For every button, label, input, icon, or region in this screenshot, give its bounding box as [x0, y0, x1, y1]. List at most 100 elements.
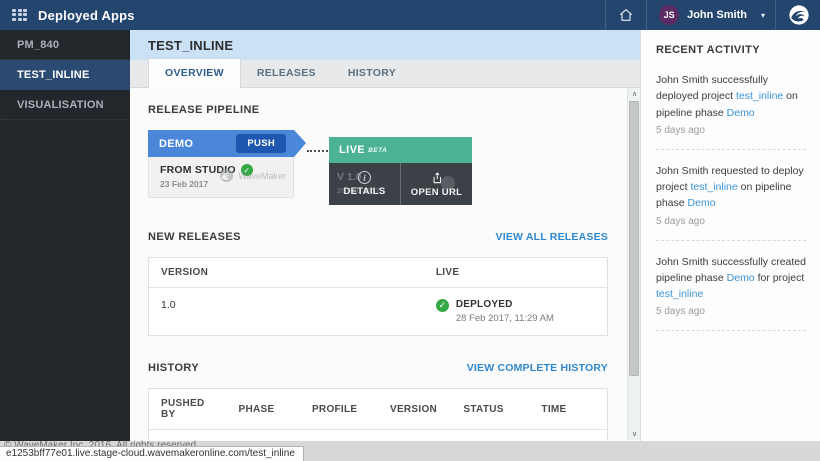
wave-icon	[219, 168, 234, 183]
col-profile: PROFILE	[300, 389, 378, 430]
recent-activity-panel: RECENT ACTIVITY John Smith successfully …	[640, 30, 820, 441]
vertical-scrollbar[interactable]: ∧ ∨	[627, 88, 640, 440]
activity-timestamp: 5 days ago	[656, 306, 806, 317]
activity-text: John Smith successfully created pipeline…	[656, 254, 806, 303]
col-pushed-by: PUSHED BY	[149, 389, 227, 430]
tab-releases[interactable]: RELEASES	[241, 59, 332, 87]
col-version: VERSION	[378, 389, 451, 430]
demo-phase-label: DEMO	[159, 138, 193, 150]
new-releases-title: NEW RELEASES	[148, 231, 241, 243]
open-url-button[interactable]: OPEN URL	[400, 163, 472, 205]
activity-text: John Smith successfully deployed project…	[656, 72, 806, 121]
live-card-body: V 1.0 28 Feb 2017 i DETAILS	[329, 163, 472, 205]
table-row: John Smith Live Live 1.0 Deployed 28 Feb…	[149, 430, 608, 441]
history-table: PUSHED BY PHASE PROFILE VERSION STATUS T…	[148, 388, 608, 440]
deployed-time: 28 Feb 2017, 11:29 AM	[456, 313, 554, 324]
apps-grid-icon[interactable]	[12, 9, 26, 22]
tab-strip: OVERVIEW RELEASES HISTORY	[130, 60, 640, 88]
sidebar-item-pm-840[interactable]: PM_840	[0, 30, 130, 60]
project-link[interactable]: test_inline	[736, 90, 783, 102]
sidebar-item-visualisation[interactable]: VISUALISATION	[0, 90, 130, 120]
release-pipeline-title: RELEASE PIPELINE	[148, 104, 260, 116]
footer-strip: © WaveMaker Inc. 2016. All rights reserv…	[0, 441, 820, 461]
release-version-cell: 1.0	[149, 288, 424, 336]
release-pipeline-header: RELEASE PIPELINE	[148, 104, 608, 116]
list-item: John Smith requested to deploy project t…	[656, 163, 806, 227]
live-card-header: LIVE BETA	[329, 137, 472, 163]
col-live: LIVE	[424, 258, 608, 288]
open-url-label: OPEN URL	[411, 187, 463, 198]
project-link[interactable]: test_inline	[690, 181, 737, 193]
history-phase: Live	[227, 430, 300, 441]
details-label: DETAILS	[343, 186, 385, 197]
divider	[656, 330, 806, 331]
home-button[interactable]	[605, 0, 646, 30]
tab-overview[interactable]: OVERVIEW	[148, 58, 241, 88]
list-item: John Smith successfully created pipeline…	[656, 254, 806, 318]
overview-content: RELEASE PIPELINE DEMO PUSH FROM STUDIO ✓	[130, 88, 640, 440]
app-window: Deployed Apps JS John Smith ▾	[0, 0, 820, 461]
page-title: TEST_INLINE	[148, 38, 233, 53]
table-row: 1.0 ✓ DEPLOYED 28 Feb 2017, 11:29 AM	[149, 288, 608, 336]
tab-history[interactable]: HISTORY	[332, 59, 412, 87]
brand-logo	[775, 0, 820, 30]
top-navbar: Deployed Apps JS John Smith ▾	[0, 0, 820, 30]
sidebar: PM_840 TEST_INLINE VISUALISATION	[0, 30, 130, 441]
live-phase-label: LIVE	[339, 144, 365, 156]
main-column: TEST_INLINE OVERVIEW RELEASES HISTORY RE…	[130, 30, 640, 441]
wavemaker-watermark-text: WaveMaker	[238, 171, 286, 181]
phase-link[interactable]: Demo	[727, 107, 755, 119]
activity-timestamp: 5 days ago	[656, 125, 806, 136]
details-button[interactable]: i DETAILS	[329, 163, 400, 205]
open-url-icon	[430, 171, 444, 185]
chevron-down-icon: ▾	[761, 11, 765, 20]
divider	[656, 149, 806, 150]
project-link[interactable]: test_inline	[656, 288, 703, 300]
history-time: 28 Feb 2017,	[529, 430, 607, 441]
user-name: John Smith	[687, 9, 747, 21]
phase-link[interactable]: Demo	[727, 272, 755, 284]
list-item: John Smith successfully deployed project…	[656, 72, 806, 136]
home-icon	[618, 7, 634, 23]
demo-phase-card: DEMO PUSH FROM STUDIO ✓ 23 Feb 2017	[148, 130, 294, 198]
sidebar-item-test-inline[interactable]: TEST_INLINE	[0, 60, 130, 90]
recent-activity-title: RECENT ACTIVITY	[656, 44, 806, 56]
deployed-status: DEPLOYED	[456, 299, 554, 310]
user-menu[interactable]: JS John Smith ▾	[646, 0, 775, 30]
phase-link[interactable]: Demo	[688, 197, 716, 209]
new-releases-table: VERSION LIVE 1.0 ✓ DEPLOYED 28 Feb 2017	[148, 257, 608, 336]
topbar-right: JS John Smith ▾	[605, 0, 820, 30]
scroll-down-arrow[interactable]: ∨	[628, 428, 640, 440]
history-pushed-by: John Smith	[149, 430, 227, 441]
history-title: HISTORY	[148, 362, 199, 374]
wavemaker-logo-icon	[788, 4, 810, 26]
activity-text-part: for project	[755, 272, 805, 284]
beta-badge: BETA	[368, 147, 387, 154]
demo-card-header: DEMO PUSH	[148, 130, 294, 157]
new-releases-header: NEW RELEASES VIEW ALL RELEASES	[148, 231, 608, 243]
activity-text: John Smith requested to deploy project t…	[656, 163, 806, 212]
live-phase-card: LIVE BETA V 1.0 28 Feb 2017 i DETAILS	[329, 137, 472, 205]
divider	[656, 240, 806, 241]
col-time: TIME	[529, 389, 607, 430]
pipeline-dotted-connector	[307, 150, 328, 152]
history-status: Deployed	[451, 430, 529, 441]
browser-status-url: e1253bff77e01.live.stage-cloud.wavemaker…	[0, 446, 304, 461]
scrollbar-thumb[interactable]	[629, 101, 639, 376]
app-title: Deployed Apps	[38, 8, 135, 23]
col-phase: PHASE	[227, 389, 300, 430]
history-profile: Live	[300, 430, 378, 441]
topbar-left: Deployed Apps	[0, 0, 135, 30]
release-live-cell: ✓ DEPLOYED 28 Feb 2017, 11:29 AM	[424, 288, 608, 336]
page-title-band: TEST_INLINE	[130, 30, 640, 60]
view-complete-history-link[interactable]: VIEW COMPLETE HISTORY	[467, 362, 608, 374]
wavemaker-watermark: WaveMaker	[219, 168, 286, 183]
pipeline-arrow-icon	[294, 130, 306, 157]
activity-timestamp: 5 days ago	[656, 216, 806, 227]
pipeline-cards: DEMO PUSH FROM STUDIO ✓ 23 Feb 2017	[148, 130, 608, 205]
push-button[interactable]: PUSH	[236, 134, 286, 153]
history-version: 1.0	[378, 430, 451, 441]
view-all-releases-link[interactable]: VIEW ALL RELEASES	[496, 231, 609, 243]
scroll-up-arrow[interactable]: ∧	[628, 88, 640, 100]
col-version: VERSION	[149, 258, 424, 288]
